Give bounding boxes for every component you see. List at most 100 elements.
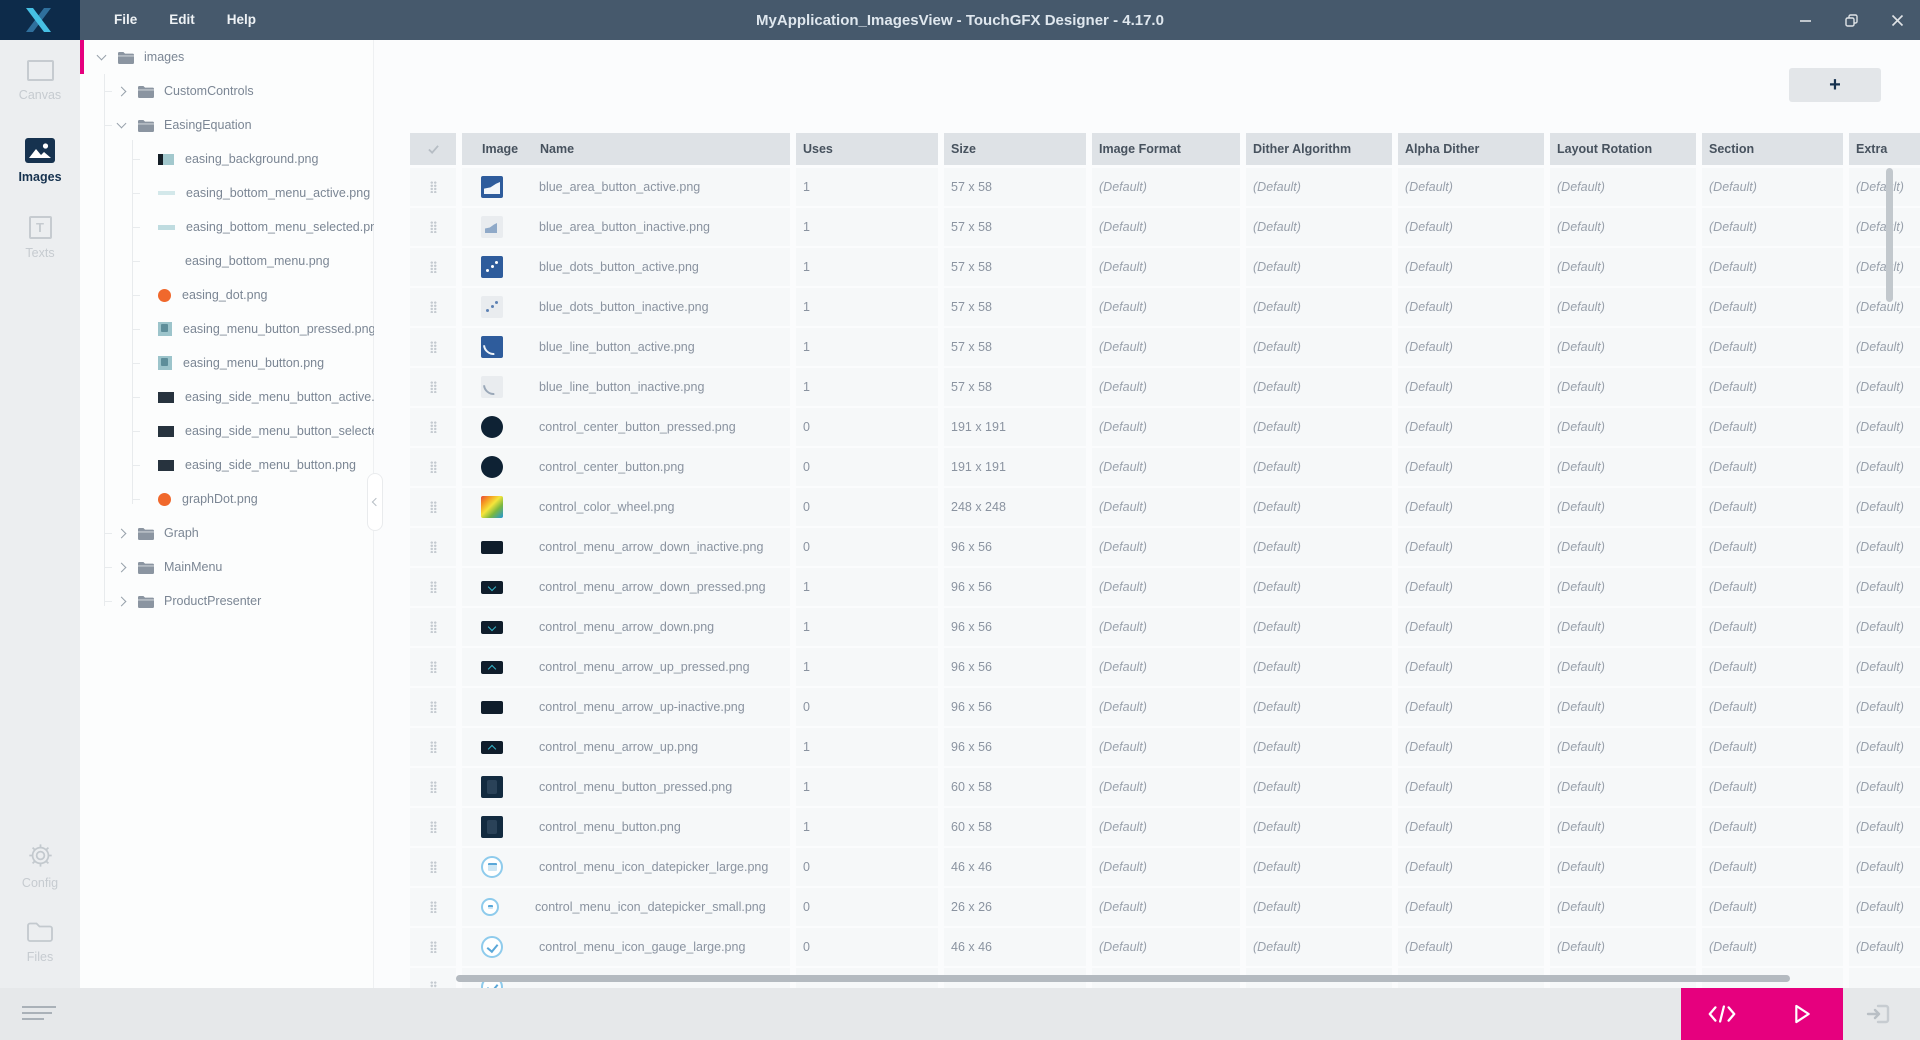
tree-item-graph[interactable]: Graph [80, 516, 373, 550]
header-layout-rotation[interactable]: Layout Rotation [1550, 133, 1696, 165]
header-section[interactable]: Section [1702, 133, 1843, 165]
menu-toggle-icon[interactable] [22, 1006, 56, 1022]
table-row[interactable]: control_menu_icon_gauge_large.png046 x 4… [410, 928, 1920, 966]
sidebar-item-canvas[interactable]: Canvas [0, 56, 80, 134]
menu-edit[interactable]: Edit [153, 0, 211, 40]
restore-button[interactable] [1828, 0, 1874, 40]
drag-handle-icon[interactable] [430, 221, 437, 233]
tree-item-easing-dot-png[interactable]: easing_dot.png [80, 278, 373, 312]
select-all-header[interactable] [410, 133, 456, 165]
menu-help[interactable]: Help [211, 0, 272, 40]
header-uses[interactable]: Uses [796, 133, 938, 165]
table-row[interactable]: control_menu_arrow_down.png196 x 56(Defa… [410, 608, 1920, 646]
close-button[interactable] [1874, 0, 1920, 40]
drag-handle-icon[interactable] [430, 181, 437, 193]
table-row[interactable]: control_menu_button.png160 x 58(Default)… [410, 808, 1920, 846]
row-image-name-cell: blue_dots_button_inactive.png [462, 288, 790, 326]
header-dither-algorithm[interactable]: Dither Algorithm [1246, 133, 1392, 165]
drag-handle-icon[interactable] [430, 461, 437, 473]
tree-item-images[interactable]: images [80, 40, 373, 74]
tree-item-customcontrols[interactable]: CustomControls [80, 74, 373, 108]
image-name: control_menu_arrow_down_inactive.png [539, 540, 763, 554]
table-row[interactable]: blue_dots_button_inactive.png157 x 58(De… [410, 288, 1920, 326]
run-target-button[interactable] [1856, 998, 1900, 1030]
drag-handle-icon[interactable] [430, 541, 437, 553]
table-row[interactable]: control_menu_icon_datepicker_large.png04… [410, 848, 1920, 886]
drag-handle-icon[interactable] [430, 501, 437, 513]
tree-item-easing-side-menu-button-selected-png[interactable]: easing_side_menu_button_selected.png [80, 414, 373, 448]
chevron-right-icon[interactable] [117, 528, 127, 538]
tree-item-easing-bottom-menu-png[interactable]: easing_bottom_menu.png [80, 244, 373, 278]
chevron-down-icon[interactable] [97, 51, 107, 61]
run-target-icon [1865, 1004, 1891, 1024]
tree-collapse-handle[interactable] [367, 473, 383, 531]
sidebar-item-texts[interactable]: T Texts [0, 212, 80, 290]
drag-handle-icon[interactable] [430, 261, 437, 273]
drag-handle-icon[interactable] [430, 701, 437, 713]
chevron-down-icon[interactable] [117, 119, 127, 129]
chevron-right-icon[interactable] [117, 596, 127, 606]
header-image-format[interactable]: Image Format [1092, 133, 1240, 165]
drag-handle-icon[interactable] [430, 821, 437, 833]
drag-handle-icon[interactable] [430, 621, 437, 633]
table-row[interactable]: control_color_wheel.png0248 x 248(Defaul… [410, 488, 1920, 526]
minimize-button[interactable] [1782, 0, 1828, 40]
header-alpha-dither[interactable]: Alpha Dither [1398, 133, 1544, 165]
drag-handle-icon[interactable] [430, 781, 437, 793]
table-row[interactable]: control_menu_arrow_up.png196 x 56(Defaul… [410, 728, 1920, 766]
drag-handle-icon[interactable] [430, 901, 437, 913]
table-row[interactable]: blue_line_button_active.png157 x 58(Defa… [410, 328, 1920, 366]
drag-handle-icon[interactable] [430, 301, 437, 313]
header-extra[interactable]: Extra [1849, 133, 1920, 165]
tree-item-easing-bottom-menu-selected-png[interactable]: easing_bottom_menu_selected.png [80, 210, 373, 244]
drag-handle-icon[interactable] [430, 981, 437, 988]
table-row[interactable]: blue_area_button_inactive.png157 x 58(De… [410, 208, 1920, 246]
table-row[interactable]: blue_area_button_active.png157 x 58(Defa… [410, 168, 1920, 206]
tree-item-easing-menu-button-pressed-png[interactable]: easing_menu_button_pressed.png [80, 312, 373, 346]
drag-handle-icon[interactable] [430, 861, 437, 873]
chevron-right-icon[interactable] [117, 86, 127, 96]
table-row[interactable]: control_menu_arrow_up_pressed.png196 x 5… [410, 648, 1920, 686]
table-row[interactable]: control_menu_arrow_down_inactive.png096 … [410, 528, 1920, 566]
default-value: (Default) [1849, 408, 1920, 446]
tree-item-easingequation[interactable]: EasingEquation [80, 108, 373, 142]
tree-item-easing-background-png[interactable]: easing_background.png [80, 142, 373, 176]
tree-item-easing-bottom-menu-active-png[interactable]: easing_bottom_menu_active.png [80, 176, 373, 210]
sidebar-item-files[interactable]: Files [0, 916, 80, 988]
tree-item-mainmenu[interactable]: MainMenu [80, 550, 373, 584]
table-row[interactable]: control_center_button_pressed.png0191 x … [410, 408, 1920, 446]
table-row[interactable]: control_center_button.png0191 x 191(Defa… [410, 448, 1920, 486]
chevron-right-icon[interactable] [117, 562, 127, 572]
tree-item-productpresenter[interactable]: ProductPresenter [80, 584, 373, 618]
table-row[interactable]: blue_line_button_inactive.png157 x 58(De… [410, 368, 1920, 406]
horizontal-scrollbar-thumb[interactable] [456, 975, 1790, 982]
default-value: (Default) [1246, 328, 1392, 366]
header-image-name[interactable]: ImageName [462, 133, 790, 165]
tree-item-easing-side-menu-button-active-png[interactable]: easing_side_menu_button_active.png [80, 380, 373, 414]
menu-file[interactable]: File [98, 0, 153, 40]
table-row[interactable]: control_menu_icon_datepicker_small.png02… [410, 888, 1920, 926]
run-simulator-button[interactable] [1762, 988, 1843, 1040]
tree-item-easing-side-menu-button-png[interactable]: easing_side_menu_button.png [80, 448, 373, 482]
sidebar-item-images[interactable]: Images [0, 134, 80, 212]
tree-guide-tick [132, 295, 140, 296]
tree-item-easing-menu-button-png[interactable]: easing_menu_button.png [80, 346, 373, 380]
files-folder-icon [26, 920, 54, 943]
header-size[interactable]: Size [944, 133, 1086, 165]
add-image-button[interactable]: + [1789, 68, 1881, 102]
drag-handle-icon[interactable] [430, 741, 437, 753]
generate-code-button[interactable] [1681, 988, 1762, 1040]
table-row[interactable]: control_menu_arrow_up-inactive.png096 x … [410, 688, 1920, 726]
table-row[interactable]: control_menu_button_pressed.png160 x 58(… [410, 768, 1920, 806]
vertical-scrollbar-thumb[interactable] [1886, 168, 1893, 302]
drag-handle-icon[interactable] [430, 381, 437, 393]
drag-handle-icon[interactable] [430, 421, 437, 433]
drag-handle-icon[interactable] [430, 661, 437, 673]
drag-handle-icon[interactable] [430, 941, 437, 953]
table-row[interactable]: blue_dots_button_active.png157 x 58(Defa… [410, 248, 1920, 286]
drag-handle-icon[interactable] [430, 341, 437, 353]
sidebar-item-config[interactable]: Config [0, 838, 80, 916]
tree-item-graphdot-png[interactable]: graphDot.png [80, 482, 373, 516]
table-row[interactable]: control_menu_arrow_down_pressed.png196 x… [410, 568, 1920, 606]
drag-handle-icon[interactable] [430, 581, 437, 593]
